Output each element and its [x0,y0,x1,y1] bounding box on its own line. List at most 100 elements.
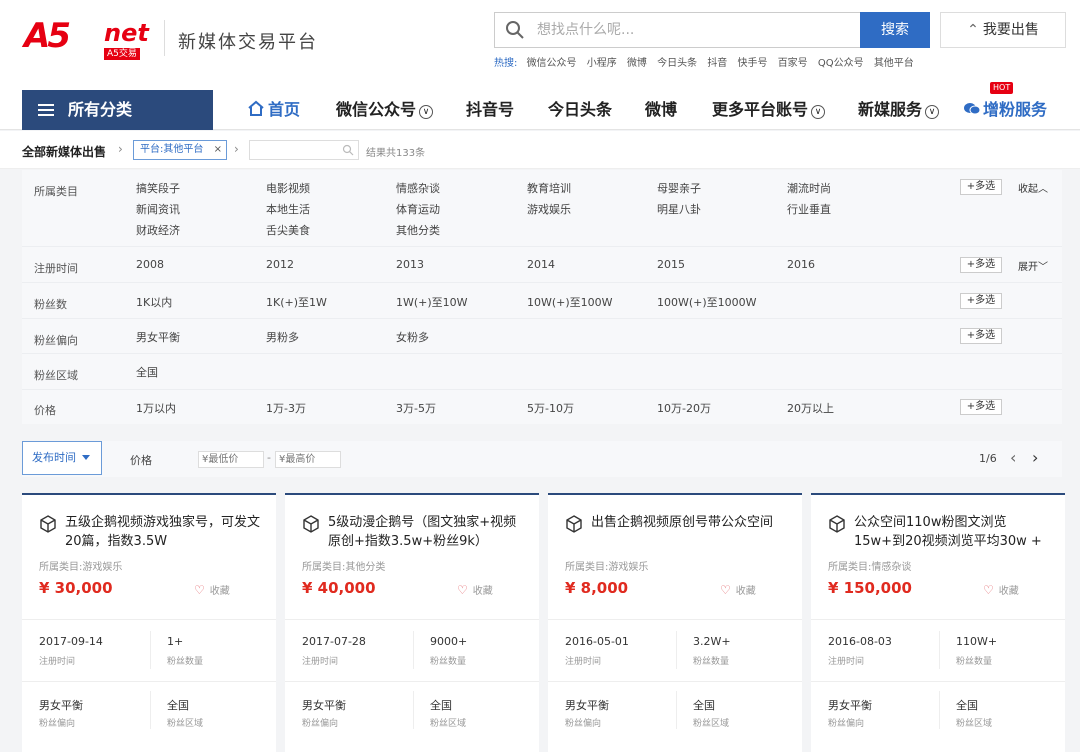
filter-option[interactable]: 1W(+)至10W [396,294,468,310]
card-title[interactable]: 五级企鹅视频游戏独家号，可发文20篇，指数3.5W [65,513,265,551]
favorite-button[interactable]: ♡ 收藏 [720,582,756,597]
max-price-input[interactable] [275,451,341,468]
filter-option[interactable]: 情感杂谈 [396,180,440,196]
filter-option[interactable]: 行业垂直 [787,201,831,217]
nav-media-services[interactable]: 新媒服务 ∨ [858,90,940,130]
filter-option[interactable]: 5万-10万 [527,400,574,416]
filter-option[interactable]: 全国 [136,364,158,380]
a5-logo[interactable]: A5 net A5交易 [24,16,154,60]
breadcrumb-root[interactable]: 全部新媒体出售 [22,143,106,160]
result-count: 结果共133条 [366,148,426,159]
logo-net: net [104,19,149,47]
multi-select-button[interactable]: +多选 [960,179,1002,195]
search-input[interactable] [537,18,837,42]
all-categories-button[interactable]: 所有分类 [22,90,213,130]
filter-option[interactable]: 10万-20万 [657,400,711,416]
filter-option[interactable]: 1K以内 [136,294,172,310]
hot-word[interactable]: 小程序 [587,58,617,69]
min-price-input[interactable] [198,451,264,468]
filter-option[interactable]: 舌尖美食 [266,222,310,238]
favorite-button[interactable]: ♡ 收藏 [194,582,230,597]
filter-option[interactable]: 男女平衡 [136,329,180,345]
sort-price[interactable]: 价格 [130,452,152,468]
refine-search-input[interactable] [249,140,359,160]
expand-toggle[interactable]: 展开﹀ [1018,258,1048,273]
listing-card[interactable]: 出售企鹅视频原创号带公众空间 所属类目:游戏娱乐 ¥ 8,000 ♡ 收藏 201… [548,493,802,752]
close-icon[interactable]: × [214,141,222,159]
hot-word[interactable]: 快手号 [738,58,768,69]
filter-option[interactable]: 本地生活 [266,201,310,217]
nav-more-platforms[interactable]: 更多平台账号 ∨ [712,90,826,130]
filter-option[interactable]: 潮流时尚 [787,180,831,196]
nav-home[interactable]: 首页 [247,90,300,130]
filter-option[interactable]: 1万以内 [136,400,176,416]
sort-dropdown[interactable]: 发布时间 [22,441,102,475]
hot-word[interactable]: 今日头条 [657,58,697,69]
filter-option[interactable]: 2015 [657,258,685,271]
package-icon [303,515,319,533]
hot-word[interactable]: 微博 [627,58,647,69]
filter-option[interactable]: 3万-5万 [396,400,436,416]
listing-card[interactable]: 5级动漫企鹅号（图文独家+视频原创+指数3.5w+粉丝9k） 所属类目:其他分类… [285,493,539,752]
favorite-button[interactable]: ♡ 收藏 [983,582,1019,597]
nav-fans-service[interactable]: 增粉服务 [963,90,1047,130]
filter-option[interactable]: 20万以上 [787,400,834,416]
chevron-down-icon: ∨ [925,105,940,119]
multi-select-button[interactable]: +多选 [960,293,1002,309]
filter-option[interactable]: 其他分类 [396,222,440,238]
nav-weibo[interactable]: 微博 [645,90,677,130]
collapse-toggle[interactable]: 收起︿ [1018,180,1048,195]
card-title[interactable]: 出售企鹅视频原创号带公众空间 [591,513,791,532]
card-title-wrap: 出售企鹅视频原创号带公众空间 [565,513,787,553]
filter-option[interactable]: 体育运动 [396,201,440,217]
filter-option[interactable]: 1万-3万 [266,400,306,416]
hot-word[interactable]: QQ公众号 [818,58,864,69]
multi-select-button[interactable]: +多选 [960,328,1002,344]
multi-select-button[interactable]: +多选 [960,399,1002,415]
filter-option[interactable]: 男粉多 [266,329,299,345]
filter-option[interactable]: 母婴亲子 [657,180,701,196]
filter-option[interactable]: 10W(+)至100W [527,294,613,310]
card-title[interactable]: 公众空间110w粉图文浏览15w+到20视频浏览平均30w + [854,513,1054,551]
search-button[interactable]: 搜索 [860,12,930,48]
nav-douyin[interactable]: 抖音号 [466,90,514,130]
nav-more-label: 更多平台账号 [712,100,809,119]
hot-word[interactable]: 抖音 [707,58,727,69]
filter-option[interactable]: 新闻资讯 [136,201,180,217]
card-title[interactable]: 5级动漫企鹅号（图文独家+视频原创+指数3.5w+粉丝9k） [328,513,528,551]
hot-word[interactable]: 微信公众号 [527,58,577,69]
filter-option[interactable]: 搞笑段子 [136,180,180,196]
listing-card[interactable]: 五级企鹅视频游戏独家号，可发文20篇，指数3.5W 所属类目:游戏娱乐 ¥ 30… [22,493,276,752]
filter-option[interactable]: 2013 [396,258,424,271]
filter-option[interactable]: 女粉多 [396,329,429,345]
next-page-icon[interactable]: › [1032,448,1038,467]
fans-label: 粉丝数量 [167,657,204,667]
filter-option[interactable]: 100W(+)至1000W [657,294,757,310]
listing-card[interactable]: 公众空间110w粉图文浏览15w+到20视频浏览平均30w + 所属类目:情感杂… [811,493,1065,752]
filter-option[interactable]: 明星八卦 [657,201,701,217]
filter-option[interactable]: 游戏娱乐 [527,201,571,217]
card-category: 所属类目:其他分类 [302,562,386,573]
site-name: 新媒体交易平台 [178,32,318,53]
sell-button[interactable]: ⌃ 我要出售 [940,12,1066,48]
filter-option[interactable]: 2014 [527,258,555,271]
divider [150,631,151,669]
filter-option[interactable]: 2012 [266,258,294,271]
nav-toutiao[interactable]: 今日头条 [548,90,612,130]
logo-sub: A5交易 [104,48,140,60]
filter-option[interactable]: 财政经济 [136,222,180,238]
filter-tag[interactable]: 平台:其他平台 × [133,140,227,160]
nav-wechat[interactable]: 微信公众号 ∨ [336,90,434,130]
filter-option[interactable]: 电影视频 [266,180,310,196]
filter-option[interactable]: 教育培训 [527,180,571,196]
hot-word[interactable]: 百家号 [778,58,808,69]
prev-page-icon[interactable]: ‹ [1010,448,1016,467]
hot-word[interactable]: 其他平台 [874,58,914,69]
filter-option[interactable]: 2016 [787,258,815,271]
filter-option[interactable]: 1K(+)至1W [266,294,327,310]
nav-fans-label: 增粉服务 [983,100,1048,119]
favorite-button[interactable]: ♡ 收藏 [457,582,493,597]
filter-option[interactable]: 2008 [136,258,164,271]
menu-icon [38,104,54,116]
multi-select-button[interactable]: +多选 [960,257,1002,273]
